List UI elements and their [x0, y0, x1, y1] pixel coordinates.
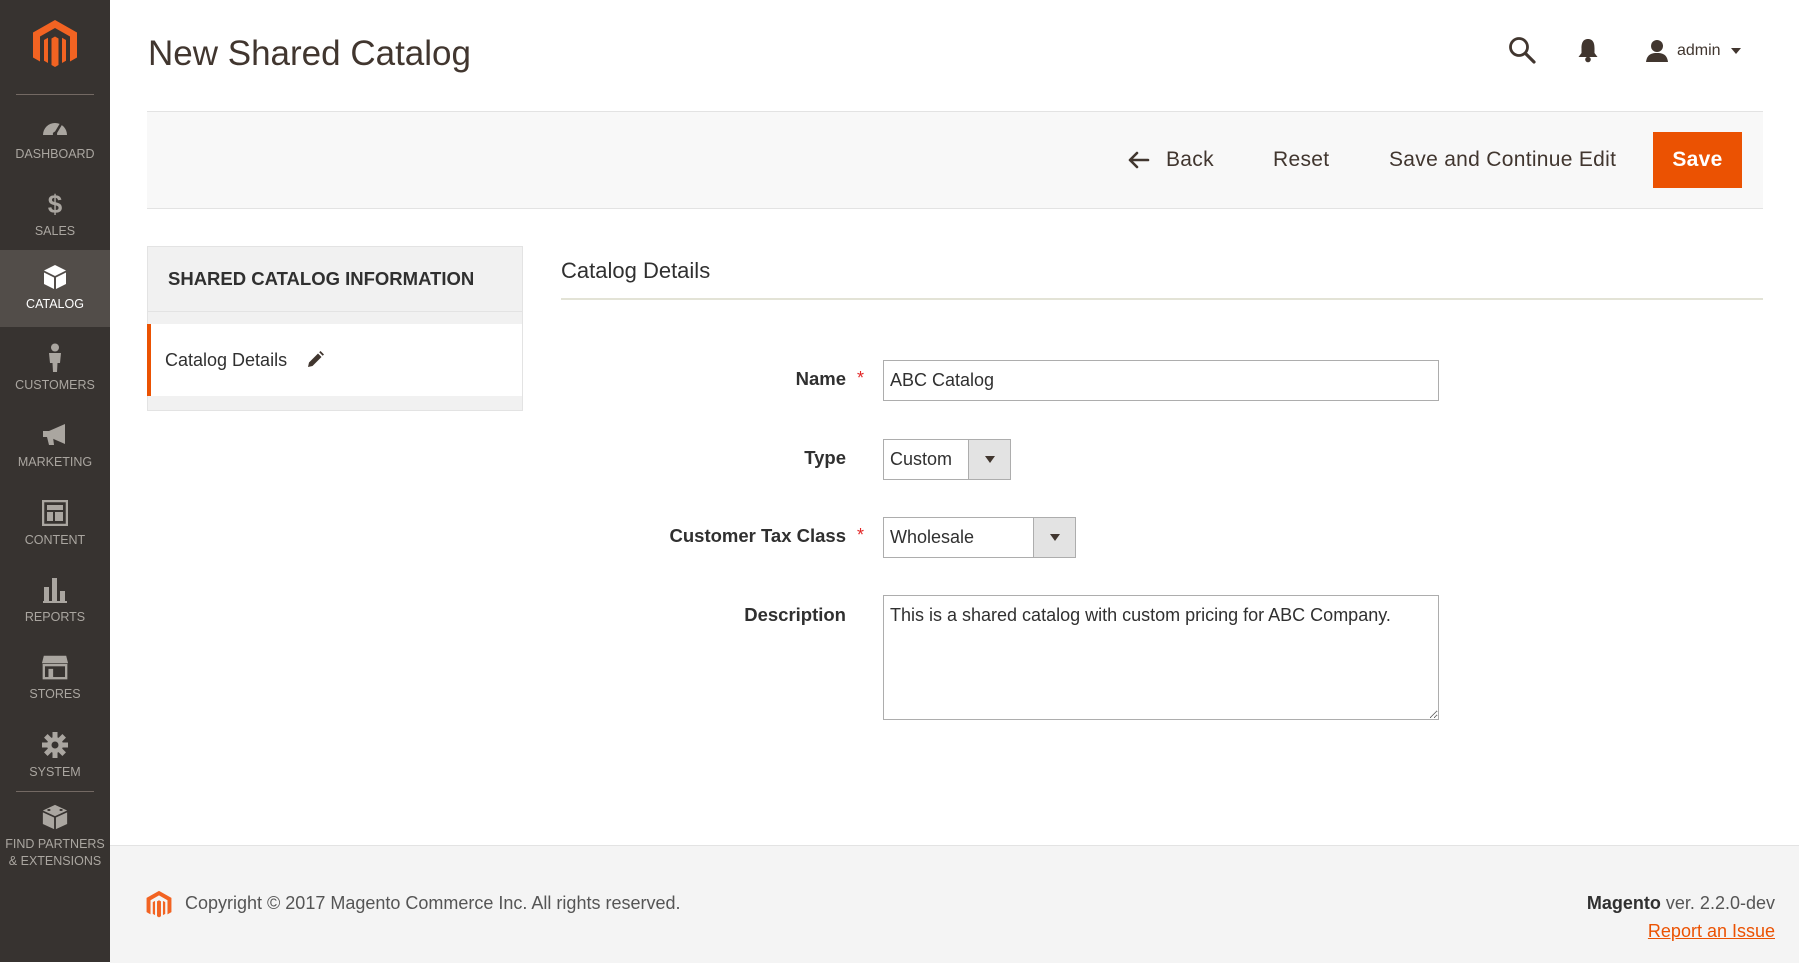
tax-class-selected-value: Wholesale — [890, 527, 975, 547]
name-label: Name — [795, 368, 846, 389]
customer-tax-class-label: Customer Tax Class — [669, 525, 847, 546]
sidebar-item-label: SYSTEM — [29, 765, 81, 779]
back-button[interactable]: Back — [1122, 132, 1220, 188]
sidebar-item-reports[interactable]: REPORTS — [0, 563, 110, 640]
page-title: New Shared Catalog — [148, 34, 471, 73]
description-textarea[interactable]: This is a shared catalog with custom pri… — [883, 595, 1439, 720]
name-input[interactable] — [883, 360, 1439, 401]
magento-logo-icon — [33, 20, 77, 67]
brand-name: Magento — [1586, 893, 1661, 913]
user-menu[interactable]: admin — [1645, 36, 1741, 66]
version-number: ver. 2.2.0-dev — [1660, 893, 1775, 913]
gear-icon — [41, 732, 69, 758]
select-arrow — [968, 440, 1010, 479]
sidebar-item-label: MARKETING — [17, 455, 93, 469]
required-marker: * — [857, 525, 865, 545]
notifications-button[interactable] — [1571, 30, 1605, 70]
sidebar-item-find-partners[interactable]: FIND PARTNERS & EXTENSIONS — [0, 797, 110, 877]
dashboard-icon — [41, 114, 69, 140]
magento-logo-icon — [146, 890, 172, 918]
sidebar-item-content[interactable]: CONTENT — [0, 486, 110, 563]
bar-chart-icon — [41, 577, 69, 603]
store-icon — [41, 654, 69, 680]
copyright-text: Copyright © 2017 Magento Commerce Inc. A… — [185, 893, 681, 913]
layout-icon — [41, 500, 69, 526]
info-panel-heading: SHARED CATALOG INFORMATION — [147, 246, 523, 312]
sidebar-item-customers[interactable]: CUSTOMERS — [0, 331, 110, 408]
sidebar-item-sales[interactable]: $ SALES — [0, 177, 110, 254]
bell-icon — [1578, 39, 1598, 63]
blocks-icon — [41, 804, 69, 830]
arrow-left-icon — [1128, 151, 1150, 169]
dollar-icon: $ — [47, 188, 63, 219]
section-title: Catalog Details — [561, 258, 1763, 300]
version-text: Magento ver. 2.2.0-dev — [1587, 893, 1775, 914]
report-issue-link[interactable]: Report an Issue — [1648, 921, 1775, 942]
sidebar-item-dashboard[interactable]: DASHBOARD — [0, 100, 110, 177]
search-button[interactable] — [1505, 30, 1539, 70]
description-label: Description — [744, 604, 846, 625]
sidebar-item-system[interactable]: SYSTEM — [0, 718, 110, 795]
sidebar-item-label: CATALOG — [26, 297, 84, 311]
sidebar-item-label: FIND PARTNERS & EXTENSIONS — [5, 837, 105, 868]
page-footer: Copyright © 2017 Magento Commerce Inc. A… — [110, 845, 1799, 963]
type-label: Type — [804, 447, 846, 468]
back-label: Back — [1166, 148, 1214, 171]
search-icon — [1509, 37, 1536, 64]
save-button[interactable]: Save — [1653, 132, 1742, 188]
required-marker: * — [857, 368, 865, 388]
sidebar-item-label: STORES — [29, 687, 81, 701]
box-icon — [41, 264, 69, 290]
save-and-continue-button[interactable]: Save and Continue Edit — [1383, 132, 1622, 188]
sidebar-divider — [16, 94, 94, 95]
sidebar-item-marketing[interactable]: MARKETING — [0, 408, 110, 485]
page-actions-toolbar: Back Reset Save and Continue Edit Save — [147, 111, 1763, 209]
tab-label: Catalog Details — [165, 349, 288, 370]
shared-catalog-info-panel: SHARED CATALOG INFORMATION Catalog Detai… — [147, 246, 523, 411]
chevron-down-icon — [1730, 48, 1741, 54]
sidebar-item-label: CUSTOMERS — [15, 378, 95, 392]
type-selected-value: Custom — [890, 449, 953, 469]
chevron-down-icon — [1049, 534, 1060, 541]
type-select[interactable]: Custom — [883, 439, 1011, 480]
select-arrow — [1033, 518, 1075, 557]
info-panel-spacer — [147, 312, 523, 324]
chevron-down-icon — [984, 456, 995, 463]
magento-logo[interactable] — [0, 0, 110, 90]
admin-sidebar: DASHBOARD $ SALES CATALOG CUSTOMERS MARK… — [0, 0, 110, 962]
user-name: admin — [1677, 42, 1721, 59]
sidebar-divider — [16, 791, 94, 792]
user-icon — [1646, 40, 1668, 62]
person-icon — [41, 343, 69, 372]
info-panel-footer — [147, 396, 523, 411]
sidebar-item-catalog[interactable]: CATALOG — [0, 250, 110, 327]
sidebar-item-label: REPORTS — [24, 610, 86, 624]
megaphone-icon — [41, 422, 69, 448]
sidebar-item-label: CONTENT — [24, 533, 86, 547]
pencil-icon — [305, 350, 325, 370]
tab-catalog-details[interactable]: Catalog Details — [147, 324, 523, 396]
sidebar-item-label: DASHBOARD — [15, 147, 95, 161]
sidebar-item-label: SALES — [34, 224, 76, 238]
reset-button[interactable]: Reset — [1267, 132, 1335, 188]
sidebar-item-stores[interactable]: STORES — [0, 640, 110, 717]
customer-tax-class-select[interactable]: Wholesale — [883, 517, 1076, 558]
